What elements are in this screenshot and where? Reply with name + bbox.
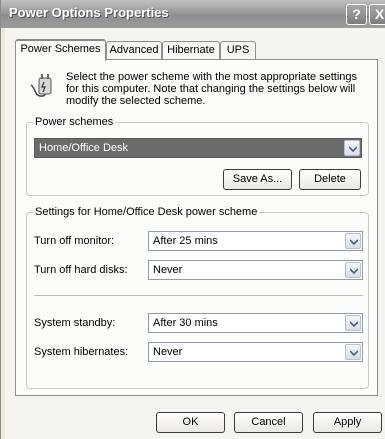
- system-standby-value: After 30 mins: [153, 317, 218, 329]
- power-schemes-legend: Power schemes: [33, 116, 116, 128]
- system-hibernates-value: Never: [153, 346, 183, 358]
- delete-button[interactable]: Delete: [299, 169, 361, 190]
- power-scheme-value: Home/Office Desk: [39, 142, 129, 154]
- chevron-down-icon[interactable]: [345, 233, 361, 249]
- turn-off-monitor-label: Turn off monitor:: [34, 235, 115, 247]
- turn-off-monitor-select[interactable]: After 25 mins: [148, 231, 363, 251]
- power-plug-icon: [30, 74, 52, 97]
- title-bar[interactable]: Power Options Properties ? X: [1, 0, 385, 28]
- power-scheme-select[interactable]: Home/Office Desk: [34, 138, 362, 158]
- chevron-down-icon[interactable]: [345, 344, 361, 360]
- system-hibernates-select[interactable]: Never: [148, 342, 363, 362]
- ok-button[interactable]: OK: [156, 412, 225, 433]
- apply-button[interactable]: Apply: [313, 412, 382, 433]
- tab-panel-power-schemes: Select the power scheme with the most ap…: [15, 59, 378, 396]
- turn-off-hard-disks-value: Never: [153, 264, 183, 276]
- power-options-dialog: Power Options Properties ? X Power Schem…: [0, 0, 385, 439]
- tab-hibernate[interactable]: Hibernate: [162, 41, 220, 60]
- chevron-down-icon[interactable]: [345, 315, 361, 331]
- intro-description: Select the power scheme with the most ap…: [66, 71, 358, 107]
- tab-advanced[interactable]: Advanced: [106, 41, 162, 60]
- settings-legend: Settings for Home/Office Desk power sche…: [33, 206, 260, 218]
- chevron-down-icon[interactable]: [345, 262, 361, 278]
- dialog-body: Power Schemes Advanced Hibernate UPS Sel…: [5, 28, 385, 439]
- chevron-down-icon[interactable]: [344, 140, 360, 156]
- help-icon: ?: [352, 6, 361, 22]
- turn-off-monitor-value: After 25 mins: [153, 235, 218, 247]
- tab-power-schemes[interactable]: Power Schemes: [15, 39, 106, 61]
- system-hibernates-label: System hibernates:: [34, 346, 129, 358]
- system-standby-label: System standby:: [34, 317, 116, 329]
- help-button[interactable]: ?: [346, 4, 367, 25]
- turn-off-hard-disks-select[interactable]: Never: [148, 260, 363, 280]
- save-as-button[interactable]: Save As...: [223, 169, 292, 190]
- tab-ups[interactable]: UPS: [220, 41, 256, 60]
- settings-divider: [34, 295, 363, 296]
- cancel-button[interactable]: Cancel: [234, 412, 303, 433]
- system-standby-select[interactable]: After 30 mins: [148, 313, 363, 333]
- settings-group: Settings for Home/Office Desk power sche…: [26, 206, 369, 389]
- close-icon: X: [374, 6, 385, 22]
- window-title: Power Options Properties: [9, 5, 169, 20]
- power-schemes-group: Power schemes Home/Office Desk Save As..…: [26, 116, 369, 196]
- close-button[interactable]: X: [369, 4, 385, 25]
- turn-off-hard-disks-label: Turn off hard disks:: [34, 264, 128, 276]
